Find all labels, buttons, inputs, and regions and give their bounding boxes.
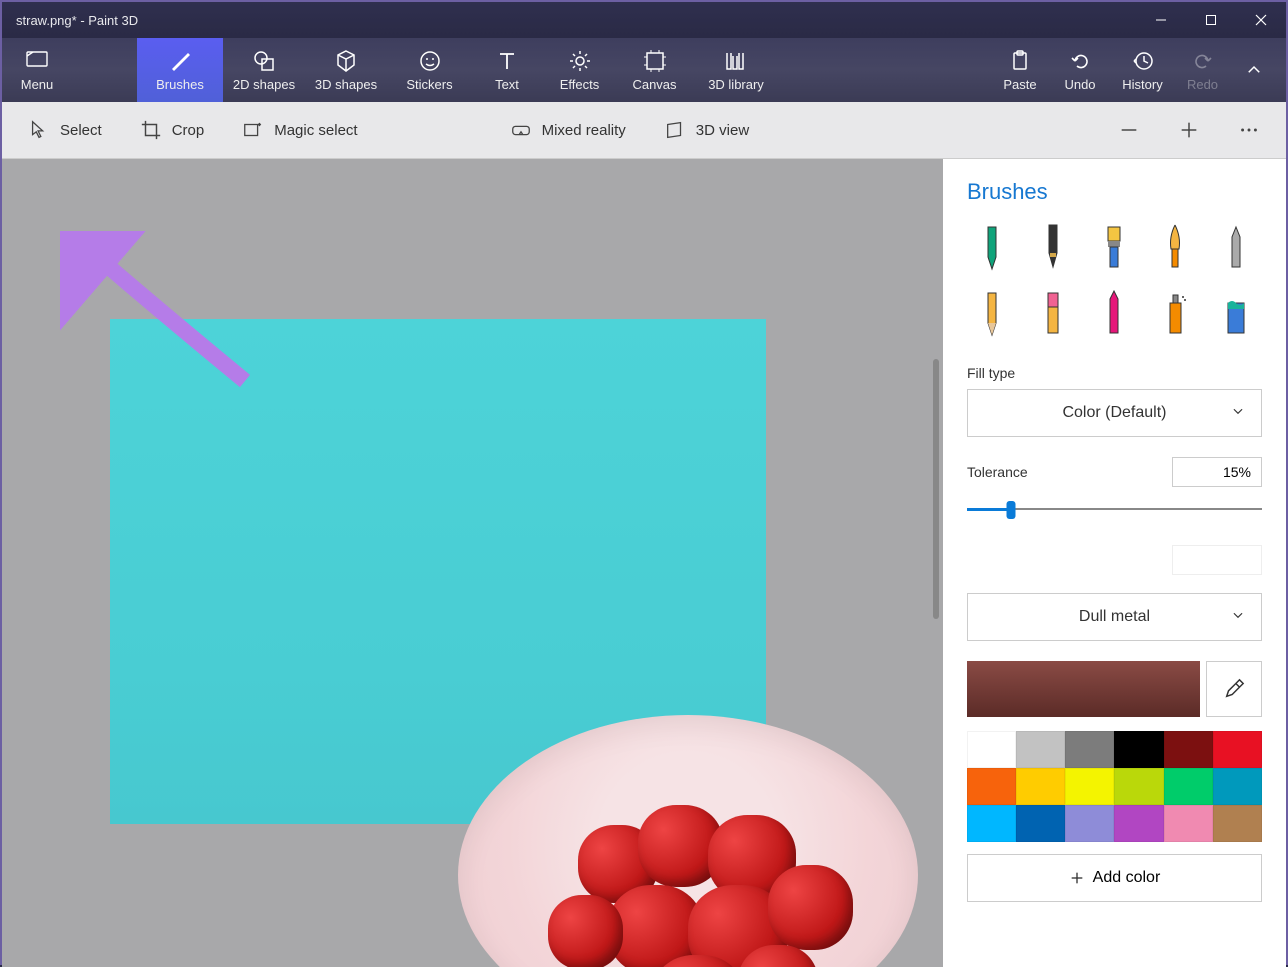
canvas-area[interactable] bbox=[2, 159, 943, 967]
chevron-down-icon bbox=[1231, 608, 1245, 627]
undo-button[interactable]: Undo bbox=[1050, 38, 1110, 102]
eraser-brush[interactable] bbox=[1028, 289, 1079, 337]
color-swatch[interactable] bbox=[1164, 805, 1213, 842]
side-panel: Brushes Fill type Color (Default) Tolera… bbox=[943, 159, 1286, 967]
undo-label: Undo bbox=[1064, 77, 1095, 92]
select-label: Select bbox=[60, 122, 102, 139]
color-swatch[interactable] bbox=[1164, 731, 1213, 768]
ribbon: Menu Brushes 2D shapes 3D shapes Sticker… bbox=[2, 38, 1286, 102]
color-swatch[interactable] bbox=[967, 805, 1016, 842]
text-label: Text bbox=[495, 77, 519, 92]
panel-title: Brushes bbox=[967, 179, 1262, 205]
canvas-label: Canvas bbox=[632, 77, 676, 92]
library-label: 3D library bbox=[708, 77, 764, 92]
crop-tool[interactable]: Crop bbox=[128, 113, 217, 147]
color-swatch[interactable] bbox=[967, 768, 1016, 805]
canvas-tab[interactable]: Canvas bbox=[617, 38, 692, 102]
history-button[interactable]: History bbox=[1110, 38, 1175, 102]
shapes3d-label: 3D shapes bbox=[315, 77, 377, 92]
brush-grid bbox=[967, 223, 1262, 337]
window-title: straw.png* - Paint 3D bbox=[16, 13, 138, 28]
secondary-toolbar: Select Crop Magic select Mixed reality 3… bbox=[2, 102, 1286, 159]
color-swatch[interactable] bbox=[1114, 768, 1163, 805]
calligraphy-brush[interactable] bbox=[1028, 223, 1079, 271]
canvas-image bbox=[110, 319, 766, 824]
close-button[interactable] bbox=[1236, 2, 1286, 38]
zoom-in-button[interactable] bbox=[1166, 113, 1212, 147]
color-swatch[interactable] bbox=[1016, 731, 1065, 768]
paste-label: Paste bbox=[1003, 77, 1036, 92]
pixel-pen[interactable] bbox=[1211, 223, 1262, 271]
pencil-brush[interactable] bbox=[967, 289, 1018, 337]
stickers-tab[interactable]: Stickers bbox=[387, 38, 472, 102]
stickers-label: Stickers bbox=[406, 77, 452, 92]
mixed-reality-button[interactable]: Mixed reality bbox=[498, 113, 638, 147]
spray-can[interactable] bbox=[1150, 289, 1201, 337]
magic-select-tool[interactable]: Magic select bbox=[230, 113, 369, 147]
color-swatch[interactable] bbox=[1016, 768, 1065, 805]
filltype-dropdown[interactable]: Color (Default) bbox=[967, 389, 1262, 437]
brushes-tab[interactable]: Brushes bbox=[137, 38, 223, 102]
crop-label: Crop bbox=[172, 122, 205, 139]
menu-label: Menu bbox=[21, 77, 54, 92]
filltype-label: Fill type bbox=[967, 365, 1262, 381]
view3d-label: 3D view bbox=[696, 122, 749, 139]
color-swatch[interactable] bbox=[1213, 768, 1262, 805]
opacity-input[interactable] bbox=[1172, 545, 1262, 575]
menu-button[interactable]: Menu bbox=[2, 38, 72, 102]
shapes2d-label: 2D shapes bbox=[233, 77, 295, 92]
color-swatch[interactable] bbox=[1016, 805, 1065, 842]
color-swatch[interactable] bbox=[1114, 731, 1163, 768]
redo-label: Redo bbox=[1187, 77, 1218, 92]
add-color-button[interactable]: Add color bbox=[967, 854, 1262, 902]
color-swatch[interactable] bbox=[1213, 805, 1262, 842]
more-button[interactable] bbox=[1226, 113, 1272, 147]
fill-brush[interactable] bbox=[1211, 289, 1262, 337]
material-dropdown[interactable]: Dull metal bbox=[967, 593, 1262, 641]
minimize-button[interactable] bbox=[1136, 2, 1186, 38]
maximize-button[interactable] bbox=[1186, 2, 1236, 38]
color-swatch[interactable] bbox=[1065, 768, 1114, 805]
text-tab[interactable]: Text bbox=[472, 38, 542, 102]
redo-button[interactable]: Redo bbox=[1175, 38, 1230, 102]
effects-tab[interactable]: Effects bbox=[542, 38, 617, 102]
color-swatch[interactable] bbox=[1114, 805, 1163, 842]
brushes-label: Brushes bbox=[156, 77, 204, 92]
magic-label: Magic select bbox=[274, 122, 357, 139]
3d-view-button[interactable]: 3D view bbox=[652, 113, 761, 147]
3d-library-tab[interactable]: 3D library bbox=[692, 38, 780, 102]
3d-shapes-tab[interactable]: 3D shapes bbox=[305, 38, 387, 102]
effects-label: Effects bbox=[560, 77, 600, 92]
color-swatch[interactable] bbox=[967, 731, 1016, 768]
collapse-ribbon-button[interactable] bbox=[1230, 38, 1278, 102]
color-swatch[interactable] bbox=[1065, 731, 1114, 768]
2d-shapes-tab[interactable]: 2D shapes bbox=[223, 38, 305, 102]
tolerance-slider[interactable] bbox=[967, 497, 1262, 521]
color-swatch[interactable] bbox=[1213, 731, 1262, 768]
plate-illustration bbox=[458, 715, 918, 967]
scrollbar[interactable] bbox=[933, 359, 939, 619]
color-swatch[interactable] bbox=[1065, 805, 1114, 842]
select-tool[interactable]: Select bbox=[16, 113, 114, 147]
crayon-brush[interactable] bbox=[1089, 289, 1140, 337]
watercolor-brush[interactable] bbox=[1150, 223, 1201, 271]
filltype-value: Color (Default) bbox=[1062, 404, 1166, 422]
add-color-label: Add color bbox=[1093, 869, 1161, 887]
zoom-out-button[interactable] bbox=[1106, 113, 1152, 147]
paste-button[interactable]: Paste bbox=[990, 38, 1050, 102]
color-palette bbox=[967, 731, 1262, 842]
mixed-label: Mixed reality bbox=[542, 122, 626, 139]
material-value: Dull metal bbox=[1079, 608, 1150, 626]
titlebar: straw.png* - Paint 3D bbox=[2, 2, 1286, 38]
history-label: History bbox=[1122, 77, 1162, 92]
color-swatch[interactable] bbox=[1164, 768, 1213, 805]
oil-brush[interactable] bbox=[1089, 223, 1140, 271]
marker-brush[interactable] bbox=[967, 223, 1018, 271]
eyedropper-button[interactable] bbox=[1206, 661, 1262, 717]
tolerance-input[interactable]: 15% bbox=[1172, 457, 1262, 487]
chevron-down-icon bbox=[1231, 404, 1245, 423]
tolerance-label: Tolerance bbox=[967, 464, 1028, 480]
current-color-swatch[interactable] bbox=[967, 661, 1200, 717]
